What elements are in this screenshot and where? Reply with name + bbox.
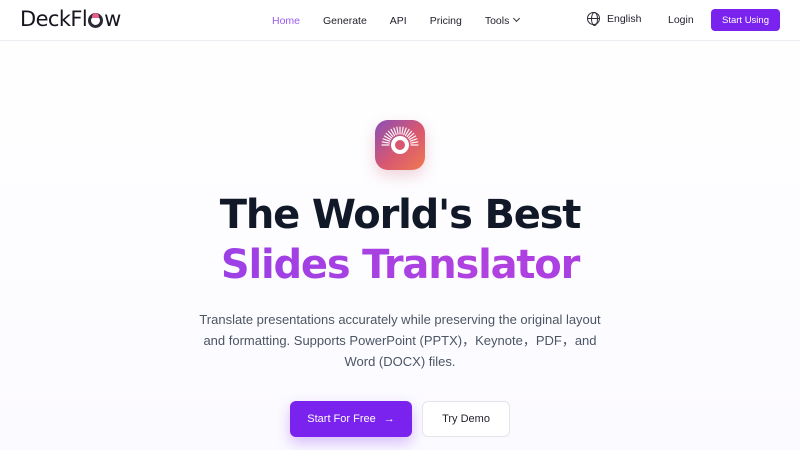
nav-tools[interactable]: Tools: [484, 14, 521, 27]
nav-home[interactable]: Home: [272, 15, 300, 27]
language-selector[interactable]: English: [587, 12, 642, 26]
main-nav: Home Generate API Pricing Tools: [272, 0, 542, 41]
deckflow-logo[interactable]: Deck Fl w: [20, 7, 121, 31]
nav-tools-label: Tools: [484, 14, 510, 27]
start-for-free-button[interactable]: Start For Free →: [290, 401, 412, 437]
hero-subtitle: Translate presentations accurately while…: [199, 312, 601, 369]
sunburst-app-icon: [375, 120, 425, 170]
headline-line1: The World's Best: [219, 192, 582, 238]
arrow-right-icon: →: [383, 413, 395, 425]
chevron-down-icon: [513, 14, 521, 23]
headline-line2: Slides Translator: [0, 240, 800, 290]
language-label: English: [607, 12, 642, 25]
start-for-free-label: Start For Free: [307, 413, 376, 425]
nav-pricing[interactable]: Pricing: [430, 15, 462, 27]
hero-headline: The World's Best Slides Translator: [0, 190, 800, 290]
login-link[interactable]: Login: [668, 14, 694, 26]
nav-api[interactable]: API: [390, 15, 407, 27]
start-using-button[interactable]: Start Using: [711, 9, 780, 31]
globe-icon: [587, 12, 600, 26]
top-navbar: Deck Fl w Home Generate API Pricing Tools …: [0, 0, 800, 41]
landing-page: Deck Fl w Home Generate API Pricing Tools …: [0, 0, 800, 450]
logo-o-mark-icon: [88, 12, 104, 28]
try-demo-button[interactable]: Try Demo: [422, 401, 510, 437]
nav-generate[interactable]: Generate: [323, 15, 367, 27]
